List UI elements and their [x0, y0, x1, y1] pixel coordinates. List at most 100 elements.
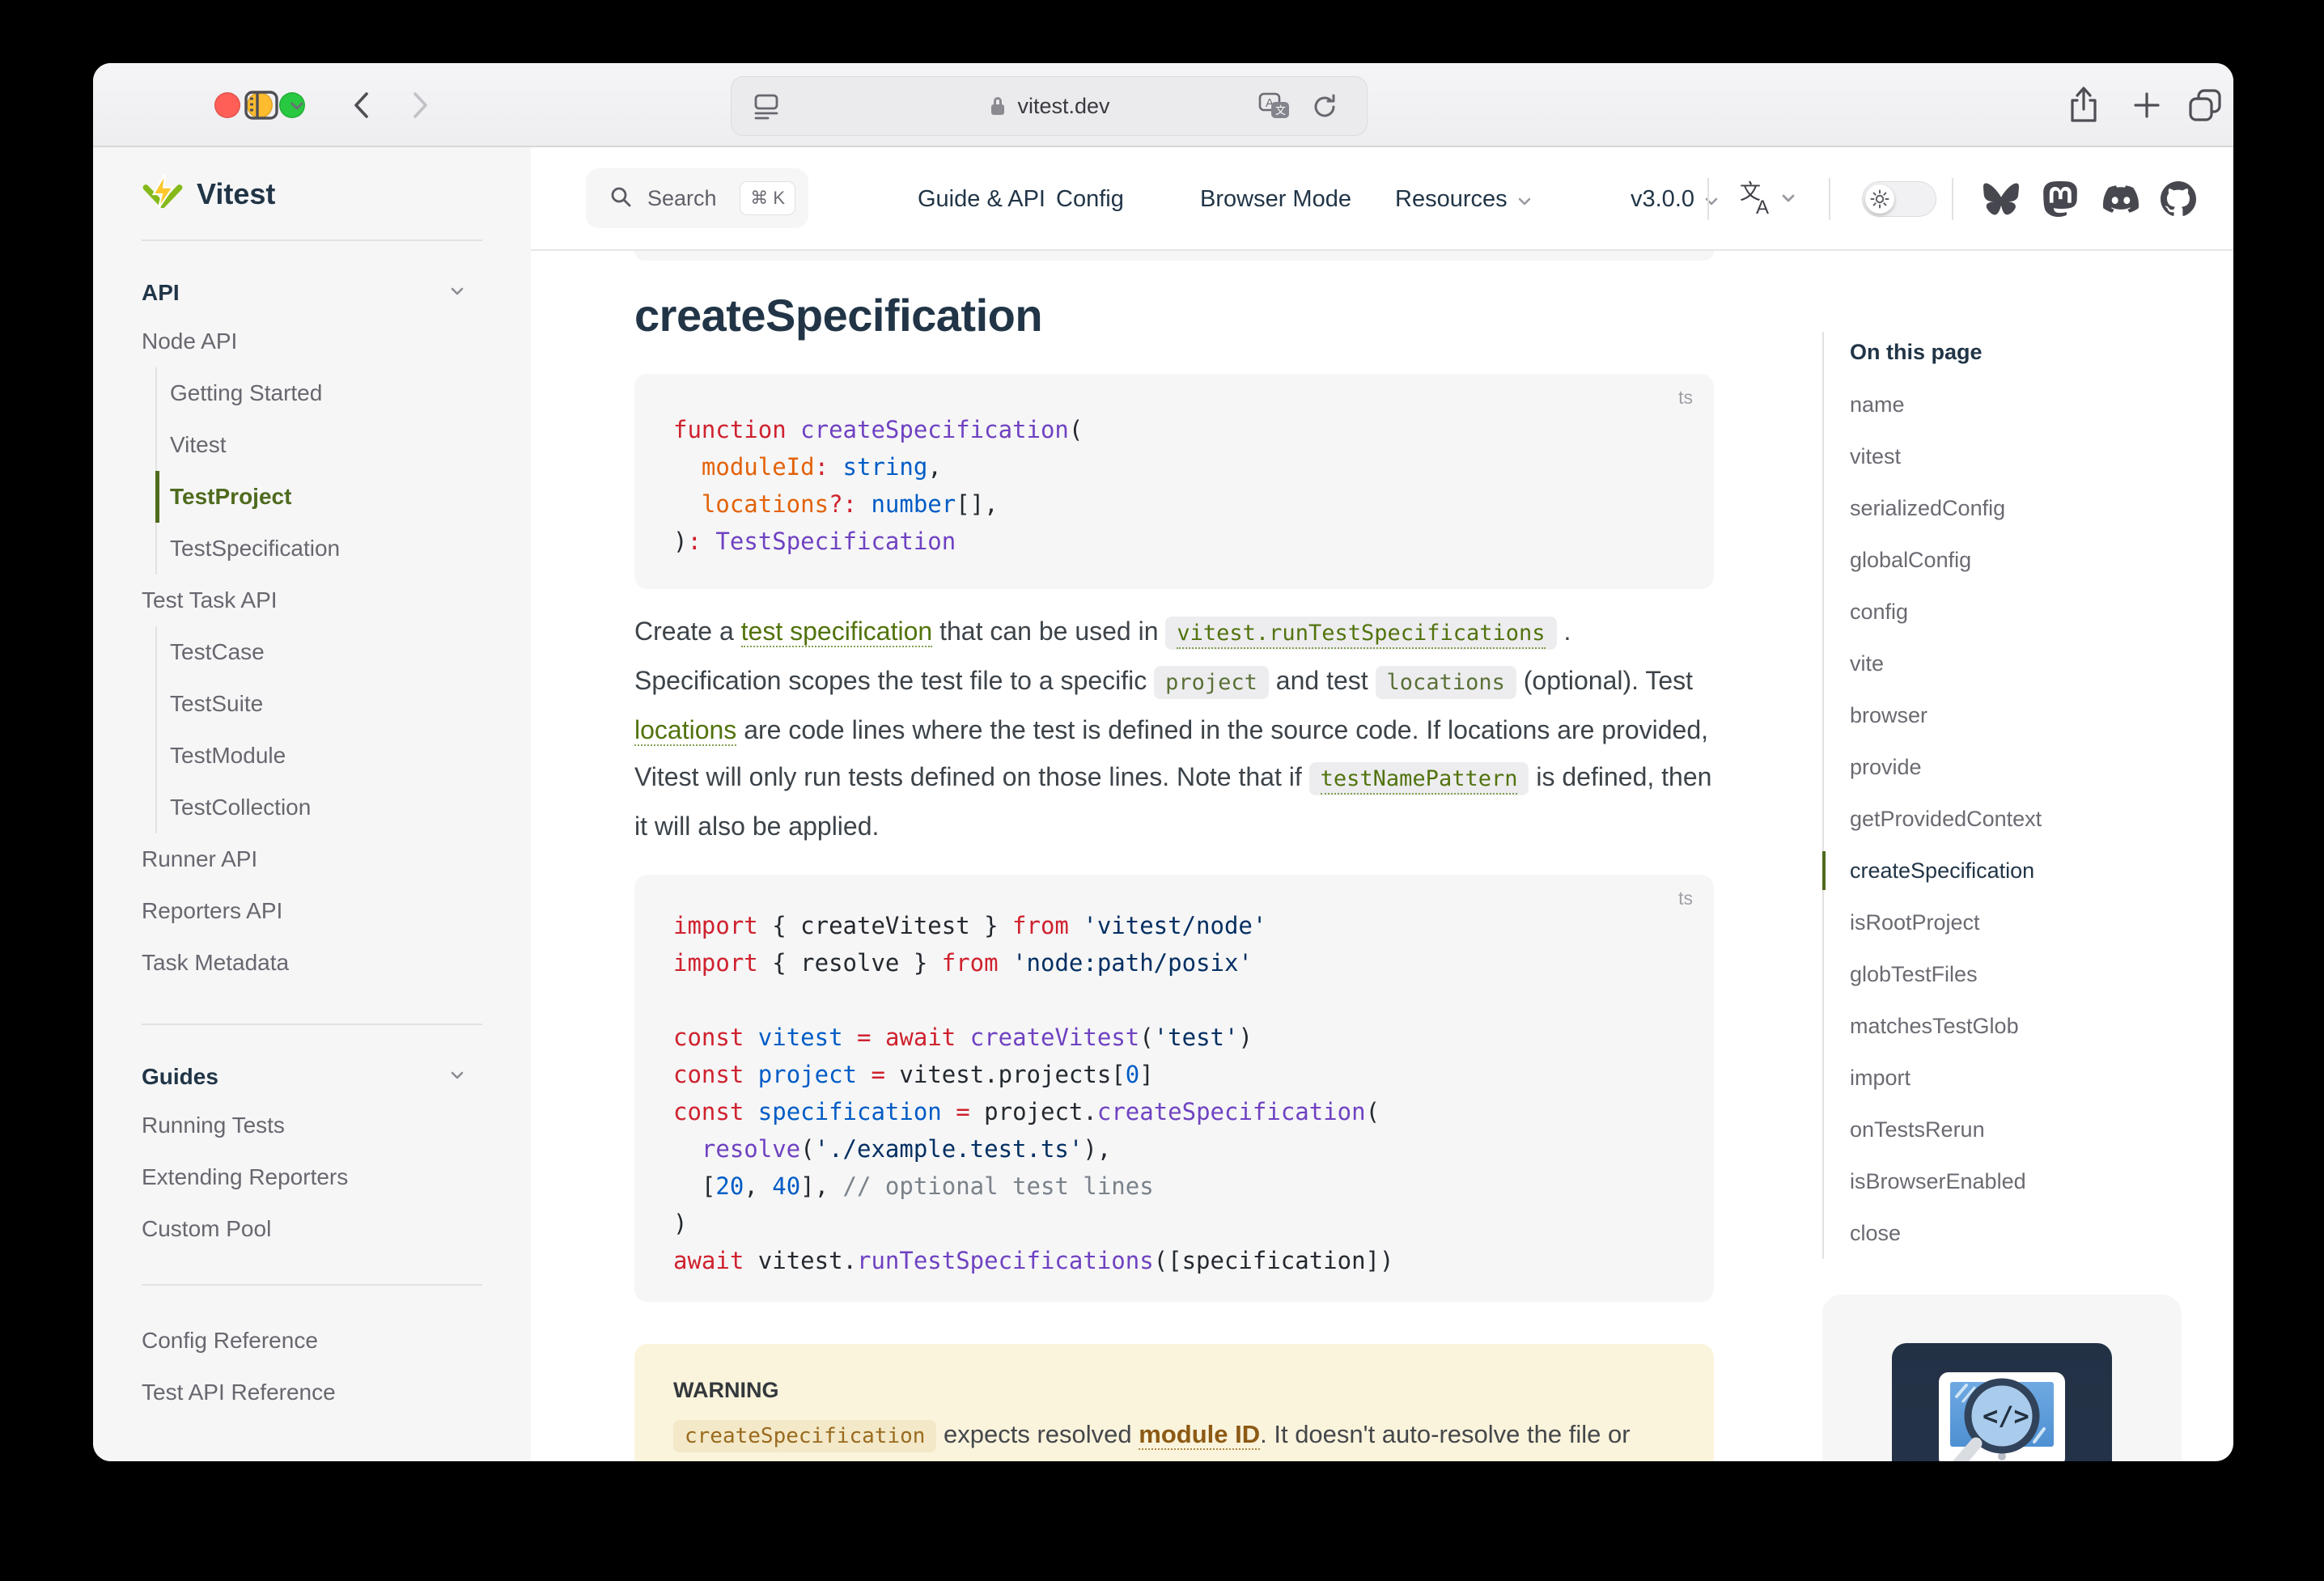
carbon-ad[interactable]: </> [1822, 1295, 2182, 1461]
reload-icon[interactable] [1310, 92, 1339, 121]
search-shortcut: ⌘ K [740, 181, 795, 215]
outline-title: On this page [1850, 332, 2186, 372]
text: that can be used in [932, 617, 1165, 646]
text: and test [1269, 666, 1376, 695]
address-bar[interactable]: vitest.dev A 文 [731, 76, 1368, 136]
outline-item-createspecification[interactable]: createSpecification [1850, 845, 2186, 896]
browser-toolbar: vitest.dev A 文 [93, 63, 2233, 147]
sidebar-item-node-api[interactable]: Node API [93, 316, 531, 367]
nav-guide-api[interactable]: Guide & API [918, 147, 1045, 251]
back-button[interactable] [350, 87, 371, 123]
url-text[interactable]: vitest.dev [1017, 94, 1109, 119]
translate-page-icon[interactable]: A 文 [1258, 91, 1291, 122]
header-divider [1707, 178, 1709, 220]
desktop-background: vitest.dev A 文 [0, 0, 2324, 1581]
warnlink[interactable]: module ID [1139, 1420, 1260, 1450]
sidebar-section-api[interactable]: API [93, 270, 531, 316]
warning-body: createSpecification expects resolved mod… [673, 1412, 1675, 1461]
sidebar-item-testsuite[interactable]: TestSuite [155, 678, 531, 730]
outline-item-isbrowserenabled[interactable]: isBrowserEnabled [1850, 1155, 2186, 1207]
close-window-button[interactable] [214, 92, 240, 118]
outline-item-vite[interactable]: vite [1850, 638, 2186, 689]
sidebar-section-guides[interactable]: Guides [93, 1054, 531, 1100]
new-tab-icon[interactable] [2129, 87, 2165, 123]
nav-label: Config [1056, 186, 1124, 213]
outline-item-browser[interactable]: browser [1850, 689, 2186, 741]
sidebar-toggle-icon[interactable] [243, 89, 280, 121]
bluesky-icon[interactable] [1983, 181, 2019, 217]
sun-icon [1865, 184, 1894, 214]
sidebar-menu-chevron-icon[interactable] [289, 100, 305, 112]
tab-overview-icon[interactable] [2186, 86, 2224, 125]
outline-item-matchestestglob[interactable]: matchesTestGlob [1850, 1000, 2186, 1052]
sidebar-item-testcase[interactable]: TestCase [155, 626, 531, 678]
nav-config[interactable]: Config [1056, 147, 1124, 251]
mastodon-icon[interactable] [2042, 181, 2078, 217]
sidebar-item-extending-reporters[interactable]: Extending Reporters [93, 1151, 531, 1203]
outline-item-provide[interactable]: provide [1850, 741, 2186, 793]
carbon-ad-image[interactable]: </> [1892, 1343, 2112, 1461]
section-title: API [142, 280, 180, 306]
sidebar-item-testmodule[interactable]: TestModule [155, 730, 531, 782]
discord-icon[interactable] [2103, 181, 2139, 217]
outline-item-getprovidedcontext[interactable]: getProvidedContext [1850, 793, 2186, 845]
outline-item-vitest[interactable]: vitest [1850, 430, 2186, 482]
warning-title: WARNING [673, 1376, 1675, 1404]
outline-item-name[interactable]: name [1850, 379, 2186, 430]
chevron-down-icon [448, 285, 466, 302]
sidebar-item-testcollection[interactable]: TestCollection [155, 782, 531, 833]
outline-item-config[interactable]: config [1850, 586, 2186, 638]
sidebar-item-vitest[interactable]: Vitest [155, 419, 531, 471]
translate-icon: 文 A [1738, 180, 1774, 221]
chevron-down-icon [1780, 193, 1796, 208]
sidebar-item-getting-started[interactable]: Getting Started [155, 367, 531, 419]
sidebar-item-task-metadata[interactable]: Task Metadata [93, 937, 531, 989]
nav-resources[interactable]: Resources [1395, 147, 1533, 251]
svg-text:A: A [1756, 197, 1769, 217]
chevron-down-icon [1703, 188, 1720, 214]
outline-item-serializedconfig[interactable]: serializedConfig [1850, 482, 2186, 534]
page-title: createSpecification [634, 287, 1714, 344]
outline-active-marker [1822, 851, 1826, 890]
codelink[interactable]: vitest.runTestSpecifications [1165, 617, 1556, 650]
outline-item-ontestsrerun[interactable]: onTestsRerun [1850, 1104, 2186, 1155]
github-icon[interactable] [2161, 181, 2196, 217]
outline-item-isrootproject[interactable]: isRootProject [1850, 896, 2186, 948]
sidebar-item-test-task-api[interactable]: Test Task API [93, 574, 531, 626]
code[interactable]: function createSpecification( moduleId: … [634, 374, 1714, 589]
lock-icon [988, 94, 1007, 118]
code: project [1154, 666, 1269, 699]
outline-item-import[interactable]: import [1850, 1052, 2186, 1104]
code[interactable]: import { createVitest } from 'vitest/nod… [634, 875, 1714, 1302]
forward-button[interactable] [410, 87, 431, 123]
doc-content: createSpecification ts function createSp… [634, 251, 1714, 1461]
codelink[interactable]: testNamePattern [1309, 762, 1529, 795]
site-header: Search ⌘ K Guide & API Config Browser Mode… [531, 147, 2233, 251]
link[interactable]: test specification [741, 617, 933, 647]
theme-toggle[interactable] [1862, 181, 1936, 217]
chevron-down-icon [1516, 188, 1533, 214]
nav-label: v3.0.0 [1631, 186, 1694, 213]
nav-label: Browser Mode [1200, 186, 1351, 213]
sidebar-item-config-reference[interactable]: Config Reference [93, 1315, 531, 1367]
outline-item-globtestfiles[interactable]: globTestFiles [1850, 948, 2186, 1000]
code-lang-badge: ts [1678, 888, 1693, 909]
sidebar-item-testproject[interactable]: TestProject [155, 471, 531, 523]
sidebar-item-test-api-reference[interactable]: Test API Reference [93, 1367, 531, 1418]
text: expects resolved [936, 1420, 1139, 1448]
language-menu[interactable]: 文 A [1738, 180, 1796, 221]
outline-item-close[interactable]: close [1850, 1207, 2186, 1259]
sidebar-item-testspecification[interactable]: TestSpecification [155, 523, 531, 574]
search-label: Search [647, 186, 725, 211]
sidebar-item-runner-api[interactable]: Runner API [93, 833, 531, 885]
share-icon[interactable] [2065, 84, 2102, 126]
search-button[interactable]: Search ⌘ K [586, 168, 808, 228]
outline-item-globalconfig[interactable]: globalConfig [1850, 534, 2186, 586]
link[interactable]: locations [634, 715, 736, 746]
vitest-logo[interactable]: Vitest [142, 172, 531, 217]
sidebar-item-running-tests[interactable]: Running Tests [93, 1100, 531, 1151]
sidebar-item-reporters-api[interactable]: Reporters API [93, 885, 531, 937]
sidebar-item-custom-pool[interactable]: Custom Pool [93, 1203, 531, 1255]
nav-browser-mode[interactable]: Browser Mode [1200, 147, 1351, 251]
svg-text:文: 文 [1275, 105, 1286, 117]
